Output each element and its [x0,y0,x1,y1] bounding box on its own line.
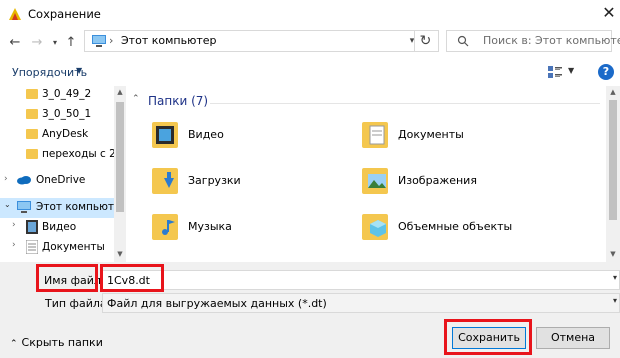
file-list: ⌃ Папки (7) Видео Документы Загрузки Изо… [128,86,614,262]
nav-item-videos[interactable]: › Видео [0,218,114,238]
nav-item-label: Документы [42,241,105,253]
folder-label: Видео [188,128,224,141]
close-icon[interactable]: ✕ [598,2,620,24]
scrollbar-thumb[interactable] [609,100,617,220]
filetype-label: Тип файла: [45,297,111,310]
scroll-up-icon[interactable]: ▲ [116,88,124,96]
filetype-select[interactable]: Файл для выгружаемых данных (*.dt) ▾ [102,293,620,313]
folder-icon [26,109,38,119]
group-header[interactable]: Папки (7) [148,94,208,108]
folder-icon [26,89,38,99]
nav-item-this-pc[interactable]: ⌄ Этот компьютер [0,198,126,218]
chevron-right-icon[interactable]: › [12,220,16,230]
nav-item-folder[interactable]: 3_0_49_2 [0,86,114,106]
filename-input[interactable]: 1Cv8.dt ▾ [102,270,620,290]
nav-item-folder[interactable]: AnyDesk [0,126,114,146]
folder-label: Документы [398,128,464,141]
folder-item-3d-objects[interactable]: Объемные объекты [360,208,570,252]
nav-item-label: 3_0_49_2 [42,88,92,100]
computer-icon [17,201,31,213]
highlight-box [444,319,532,355]
help-icon[interactable]: ? [598,64,614,80]
group-divider [210,103,600,104]
navigation-pane: 3_0_49_2 3_0_50_1 AnyDesk переходы с 2 н… [0,86,126,262]
filetype-dropdown-icon[interactable]: ▾ [613,296,617,305]
cancel-button[interactable]: Отмена [536,327,610,349]
pictures-folder-icon [362,168,388,194]
hide-folders-label: Скрыть папки [21,336,103,349]
video-folder-icon [152,122,178,148]
address-path[interactable]: Этот компьютер [121,34,217,47]
up-arrow-icon[interactable]: ↑ [62,32,80,54]
folder-icon [26,129,38,139]
view-options-icon[interactable] [548,66,562,78]
scroll-up-icon[interactable]: ▲ [609,88,617,96]
scroll-down-icon[interactable]: ▼ [116,250,124,258]
highlight-box [36,264,98,292]
music-folder-icon [152,214,178,240]
view-dropdown-icon[interactable]: ▼ [568,66,574,75]
nav-item-documents[interactable]: › Документы [0,238,114,258]
3d-objects-folder-icon [362,214,388,240]
nav-item-onedrive[interactable]: › OneDrive [0,172,114,192]
chevron-up-icon[interactable]: ⌃ [132,94,140,104]
search-placeholder: Поиск в: Этот компьютер [483,34,620,47]
chevron-right-icon: › [109,34,114,47]
organize-dropdown-icon[interactable]: ▼ [76,66,82,75]
command-bar: Упорядочить ▼ ▼ ? [0,60,620,84]
filename-dropdown-icon[interactable]: ▾ [613,273,617,282]
folder-label: Музыка [188,220,232,233]
chevron-down-icon[interactable]: ⌄ [4,200,11,209]
folder-label: Загрузки [188,174,241,187]
documents-icon [26,240,38,254]
content-scrollbar[interactable]: ▲ ▼ [606,86,620,262]
hide-folders-button[interactable]: ⌃ Скрыть папки [10,336,103,349]
nav-item-label: переходы с 2 на [42,148,114,160]
nav-item-label: Видео [42,221,77,233]
navigation-scrollbar[interactable]: ▲ ▼ [114,86,126,262]
search-input[interactable]: Поиск в: Этот компьютер [446,30,620,52]
scrollbar-thumb[interactable] [116,102,124,212]
folder-item-documents[interactable]: Документы [360,116,570,160]
folder-label: Объемные объекты [398,220,513,233]
nav-item-label: AnyDesk [42,128,89,140]
title-bar: Сохранение ✕ [0,0,620,28]
forward-arrow-icon[interactable]: → [28,32,46,54]
folder-icon [26,149,38,159]
refresh-icon[interactable]: ↻ [414,30,436,52]
folder-item-pictures[interactable]: Изображения [360,162,570,206]
chevron-right-icon[interactable]: › [4,174,8,184]
back-arrow-icon[interactable]: ← [6,32,24,54]
computer-icon [92,35,106,47]
folder-label: Изображения [398,174,477,187]
search-icon [457,35,469,47]
nav-item-label: Этот компьютер [36,201,126,213]
folder-item-downloads[interactable]: Загрузки [150,162,360,206]
chevron-up-icon: ⌃ [10,339,18,349]
cloud-icon [17,176,31,185]
downloads-folder-icon [152,168,178,194]
folder-item-music[interactable]: Музыка [150,208,360,252]
nav-item-folder[interactable]: 3_0_50_1 [0,106,114,126]
nav-item-label: OneDrive [36,174,86,186]
scroll-down-icon[interactable]: ▼ [609,250,617,258]
address-bar[interactable]: › Этот компьютер ▾ [84,30,439,52]
folder-item-videos[interactable]: Видео [150,116,360,160]
video-icon [26,220,38,234]
documents-folder-icon [362,122,388,148]
nav-item-folder[interactable]: переходы с 2 на [0,146,114,166]
highlight-box [100,264,164,292]
nav-item-label: 3_0_50_1 [42,108,92,120]
filetype-value: Файл для выгружаемых данных (*.dt) [107,297,327,310]
chevron-right-icon[interactable]: › [12,240,16,250]
app-icon [9,8,21,20]
window-title: Сохранение [28,7,101,21]
